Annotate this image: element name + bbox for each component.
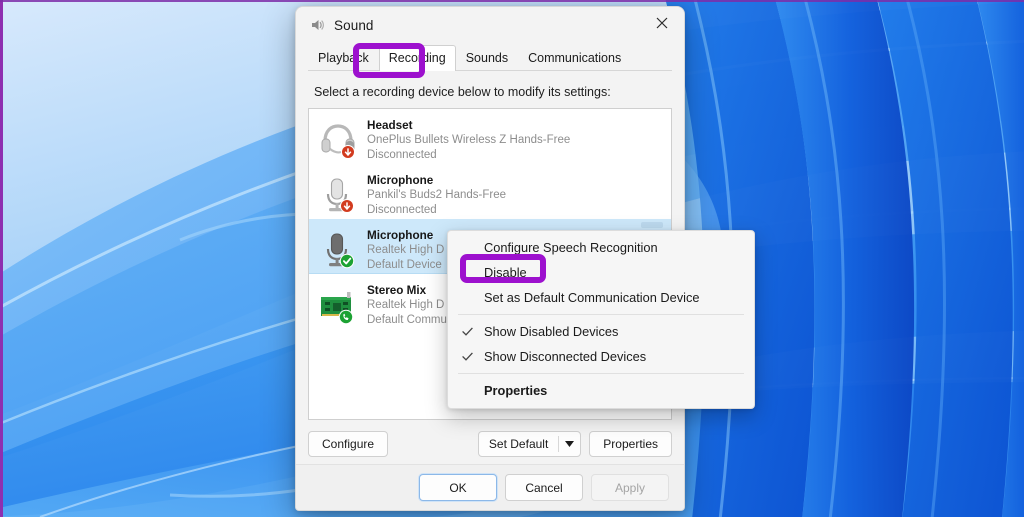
device-status: Default Device xyxy=(367,258,442,271)
sound-card-icon xyxy=(317,284,359,326)
page-border-top xyxy=(0,0,1024,2)
menu-item-set-as-default-communication-device[interactable]: Set as Default Communication Device xyxy=(448,285,754,310)
menu-separator xyxy=(458,314,744,315)
menu-item-disable[interactable]: Disable xyxy=(448,260,754,285)
window-title: Sound xyxy=(334,17,374,33)
checkmark-icon xyxy=(462,319,473,344)
tab-playback[interactable]: Playback xyxy=(308,45,379,71)
window-titlebar: Sound xyxy=(296,7,684,43)
device-description: OnePlus Bullets Wireless Z Hands-Free xyxy=(367,134,571,146)
tab-communications[interactable]: Communications xyxy=(518,45,631,71)
device-description: Realtek High D xyxy=(367,299,445,311)
list-item[interactable]: Headset OnePlus Bullets Wireless Z Hands… xyxy=(309,109,671,164)
ok-button[interactable]: OK xyxy=(419,474,497,501)
desktop-background: Sound Playback Recording Sounds Communic… xyxy=(0,0,1024,517)
device-status: Disconnected xyxy=(367,148,437,161)
microphone-icon xyxy=(317,229,359,271)
device-name: Microphone xyxy=(367,229,434,242)
device-name: Headset xyxy=(367,119,413,132)
list-item-text: Headset OnePlus Bullets Wireless Z Hands… xyxy=(367,118,570,162)
panel-hint-text: Select a recording device below to modif… xyxy=(314,85,611,99)
configure-button[interactable]: Configure xyxy=(308,431,389,457)
close-icon[interactable] xyxy=(639,7,684,39)
headset-icon xyxy=(317,119,359,161)
device-status: Disconnected xyxy=(367,203,437,216)
checkmark-icon xyxy=(462,344,473,369)
dialog-footer: OK Cancel Apply xyxy=(296,464,684,510)
device-status: Default Commu xyxy=(367,313,447,326)
list-item-text: Microphone Pankil's Buds2 Hands-Free Dis… xyxy=(367,173,506,217)
menu-item-label: Show Disconnected Devices xyxy=(484,349,647,364)
page-border-left xyxy=(0,0,3,517)
menu-item-show-disabled-devices[interactable]: Show Disabled Devices xyxy=(448,319,754,344)
list-item-text: Stereo Mix Realtek High D Default Commu xyxy=(367,283,447,327)
menu-item-label: Show Disabled Devices xyxy=(484,324,619,339)
cancel-button[interactable]: Cancel xyxy=(505,474,583,501)
tab-recording[interactable]: Recording xyxy=(378,45,456,71)
menu-separator xyxy=(458,373,744,374)
device-description: Realtek High D xyxy=(367,244,445,256)
microphone-icon xyxy=(317,174,359,216)
menu-item-show-disconnected-devices[interactable]: Show Disconnected Devices xyxy=(448,344,754,369)
device-name: Microphone xyxy=(367,174,434,187)
apply-button: Apply xyxy=(591,474,669,501)
tab-sounds[interactable]: Sounds xyxy=(456,45,518,71)
sound-speaker-icon xyxy=(308,17,325,34)
set-default-split-button[interactable]: Set Default xyxy=(477,431,582,457)
properties-button[interactable]: Properties xyxy=(589,431,672,457)
set-default-button[interactable]: Set Default xyxy=(479,432,558,456)
panel-button-row: Configure Set Default Properties xyxy=(308,431,672,457)
device-description: Pankil's Buds2 Hands-Free xyxy=(367,189,506,201)
list-item[interactable]: Microphone Pankil's Buds2 Hands-Free Dis… xyxy=(309,164,671,219)
list-item-text: Microphone Realtek High D Default Device xyxy=(367,228,444,272)
chevron-down-icon[interactable] xyxy=(559,432,580,456)
menu-item-properties[interactable]: Properties xyxy=(448,378,754,403)
device-name: Stereo Mix xyxy=(367,284,427,297)
device-context-menu: Configure Speech Recognition Disable Set… xyxy=(447,230,755,409)
list-scroll-nub xyxy=(641,222,663,228)
menu-item-configure-speech-recognition[interactable]: Configure Speech Recognition xyxy=(448,235,754,260)
tabstrip: Playback Recording Sounds Communications xyxy=(296,45,684,71)
tab-underline xyxy=(308,70,672,71)
